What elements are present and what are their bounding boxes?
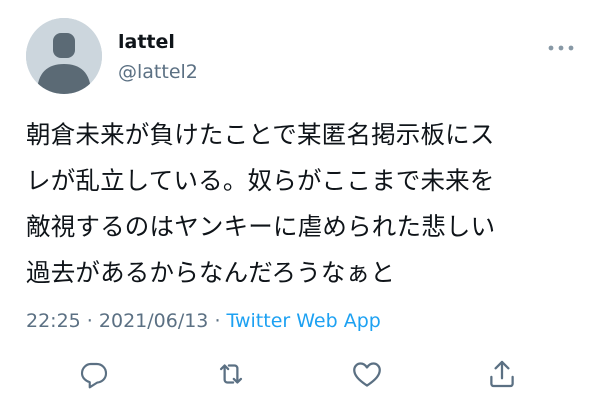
meta-separator: ·: [208, 310, 227, 332]
tweet-text-line: 過去があるからなんだろうなぁと: [26, 258, 396, 287]
user-handle[interactable]: @lattel2: [118, 60, 198, 84]
avatar[interactable]: [26, 18, 102, 94]
share-button[interactable]: [484, 356, 520, 392]
more-horizontal-icon[interactable]: [547, 38, 575, 51]
heart-icon: [353, 362, 381, 387]
tweet-text: 朝倉未来が負けたことで某匿名掲示板にス レが乱立している。奴らがここまで未来を …: [26, 112, 586, 296]
tweet-source-link[interactable]: Twitter Web App: [227, 310, 381, 332]
tweet-time[interactable]: 22:25: [26, 310, 81, 332]
reply-icon: [80, 362, 108, 389]
retweet-icon: [219, 364, 243, 384]
reply-button[interactable]: [76, 356, 112, 392]
display-name[interactable]: lattel: [118, 30, 175, 54]
tweet-text-line: 敵視するのはヤンキーに虐められた悲しい: [26, 212, 496, 241]
tweet-metadata: 22:25 · 2021/06/13 · Twitter Web App: [26, 309, 381, 333]
meta-separator: ·: [80, 310, 99, 332]
share-icon: [490, 360, 514, 388]
tweet: lattel @lattel2 朝倉未来が負けたことで某匿名掲示板にス レが乱立…: [0, 0, 600, 405]
tweet-actions: [0, 356, 600, 392]
tweet-text-line: レが乱立している。奴らがここまで未来を: [26, 166, 495, 195]
like-button[interactable]: [349, 356, 385, 392]
tweet-text-line: 朝倉未来が負けたことで某匿名掲示板にス: [26, 120, 495, 149]
default-avatar-icon: [26, 18, 102, 94]
tweet-date[interactable]: 2021/06/13: [99, 310, 209, 332]
retweet-button[interactable]: [213, 356, 249, 392]
